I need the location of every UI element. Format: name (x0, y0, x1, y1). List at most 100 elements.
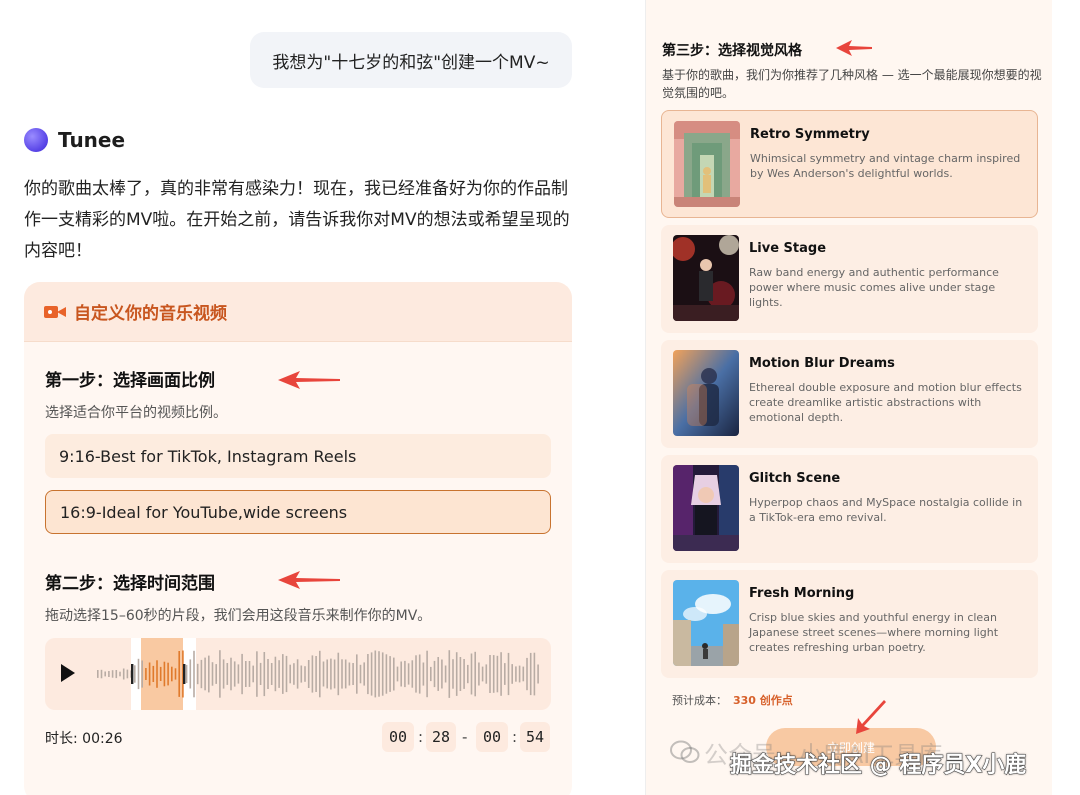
waveform-bar (97, 670, 99, 678)
screenshot-root: 我想为"十七岁的和弦"创建一个MV~ Tunee 你的歌曲太棒了，真的非常有感染… (0, 0, 1080, 795)
motion-blur-thumbnail-icon (673, 350, 739, 436)
waveform-bar (163, 661, 166, 687)
waveform-bar (507, 652, 510, 696)
waveform-bar (337, 652, 340, 696)
waveform-bar (126, 669, 129, 679)
card-title: 自定义你的音乐视频 (74, 304, 227, 324)
step2-desc: 拖动选择15–60秒的片段，我们会用这段音乐来制作你的MV。 (45, 608, 432, 624)
start-second-input[interactable]: 28 (426, 722, 456, 752)
waveform-bar (455, 652, 458, 696)
waveform-bar (333, 659, 336, 689)
waveform-bar (145, 668, 147, 680)
aspect-option-9-16[interactable]: 9:16-Best for TikTok, Instagram Reels (45, 434, 551, 478)
bot-name: Tunee (58, 128, 126, 152)
estimated-cost: 预计成本： 330 创作点 (672, 692, 793, 708)
waveform-selector[interactable] (45, 638, 551, 710)
waveform-bar (256, 651, 258, 697)
waveform-bar (492, 655, 495, 693)
waveform-bar (396, 666, 399, 682)
waveform-bar (311, 655, 314, 693)
waveform-bar (248, 661, 251, 687)
waveform-bar (270, 663, 273, 685)
style-card-glitch-scene[interactable]: Glitch Scene Hyperpop chaos and MySpace … (661, 455, 1038, 563)
waveform-bar (459, 657, 462, 691)
waveform-bar (367, 654, 369, 695)
waveform-bar (300, 665, 303, 683)
waveform-bar (322, 661, 325, 687)
waveform-bar (444, 665, 447, 683)
waveform-bar (363, 662, 365, 686)
waveform-bar (478, 662, 480, 686)
waveform-bar (485, 664, 488, 684)
waveform-bar (511, 664, 513, 684)
fresh-morning-thumbnail-icon (673, 580, 739, 666)
aspect-option-16-9[interactable]: 16:9-Ideal for YouTube,wide screens (45, 490, 551, 534)
waveform-bar (344, 659, 347, 689)
end-minute-input[interactable]: 00 (476, 722, 508, 752)
waveform-bar (193, 650, 195, 698)
waveform-bar (515, 666, 517, 682)
waveform-bar (307, 660, 310, 688)
style-desc: Hyperpop chaos and MySpace nostalgia col… (749, 496, 1023, 524)
waveform-bar (526, 657, 528, 691)
waveform-bar (289, 664, 291, 684)
style-card-motion-blur-dreams[interactable]: Motion Blur Dreams Ethereal double expos… (661, 340, 1038, 448)
waveform-bar (474, 651, 476, 697)
selection-start-handle[interactable] (131, 664, 134, 684)
waveform-bar (489, 655, 491, 693)
waveform-bar (100, 669, 103, 679)
wechat-logo-icon (670, 740, 700, 763)
waveform-bar (174, 668, 177, 680)
waveform-bar (404, 660, 406, 688)
waveform-bar (259, 662, 262, 685)
style-title: Glitch Scene (749, 471, 841, 486)
waveform-bar (200, 659, 203, 689)
end-second-input[interactable]: 54 (520, 722, 550, 752)
waveform-bar (171, 666, 173, 682)
waveform-bar (274, 656, 277, 692)
waveform-bar (159, 666, 162, 681)
annotation-arrow-icon (856, 700, 886, 734)
watermark: 公众号 · 小鹿AI工具库 掘金技术社区 @ 程序员X小鹿 (670, 735, 1070, 785)
play-icon[interactable] (61, 664, 75, 682)
waveform-bar (137, 658, 140, 690)
video-camera-icon (44, 304, 66, 320)
step1-desc: 选择适合你平台的视频比例。 (45, 405, 227, 421)
waveform-bar (237, 664, 240, 684)
waveform-bar (381, 652, 384, 696)
waveform-bar (370, 652, 373, 696)
waveform-bar (533, 652, 536, 696)
waveform-bar (433, 660, 436, 688)
waveform-bar (282, 654, 284, 694)
waveform-bar (108, 671, 110, 677)
style-title: Fresh Morning (749, 586, 855, 601)
start-minute-input[interactable]: 00 (382, 722, 414, 752)
style-desc: Crisp blue skies and youthful energy in … (749, 611, 999, 654)
style-desc: Ethereal double exposure and motion blur… (749, 381, 1022, 424)
style-card-live-stage[interactable]: Live Stage Raw band energy and authentic… (661, 225, 1038, 333)
waveform-bar (226, 663, 229, 685)
waveform-bar (470, 653, 473, 695)
aspect-option-label: 16:9-Ideal for YouTube,wide screens (60, 502, 348, 522)
waveform-bar (196, 663, 199, 685)
waveform-bar (378, 651, 380, 697)
waveform-bar (504, 663, 506, 685)
waveform-bar (448, 650, 451, 698)
waveform-bar (296, 659, 299, 689)
style-card-retro-symmetry[interactable]: Retro Symmetry Whimsical symmetry and vi… (661, 110, 1038, 218)
audio-waveform[interactable] (95, 638, 545, 710)
waveform-bar (341, 659, 343, 689)
step3-desc: 基于你的歌曲，我们为你推荐了几种风格 — 选一个最能展现你想要的视觉氛围的吧。 (662, 68, 1042, 100)
waveform-bar (230, 657, 232, 691)
cost-value: 330 创作点 (733, 694, 793, 707)
waveform-bar (148, 662, 151, 686)
waveform-bar (463, 659, 465, 689)
waveform-bar (204, 657, 206, 691)
style-desc: Whimsical symmetry and vintage charm ins… (750, 152, 1021, 180)
selection-end-handle[interactable] (183, 664, 186, 684)
waveform-bar (208, 655, 210, 693)
waveform-bar (481, 666, 484, 682)
watermark-line2: 掘金技术社区 @ 程序员X小鹿 (729, 753, 1027, 779)
waveform-bar (315, 656, 317, 692)
style-card-fresh-morning[interactable]: Fresh Morning Crisp blue skies and youth… (661, 570, 1038, 678)
